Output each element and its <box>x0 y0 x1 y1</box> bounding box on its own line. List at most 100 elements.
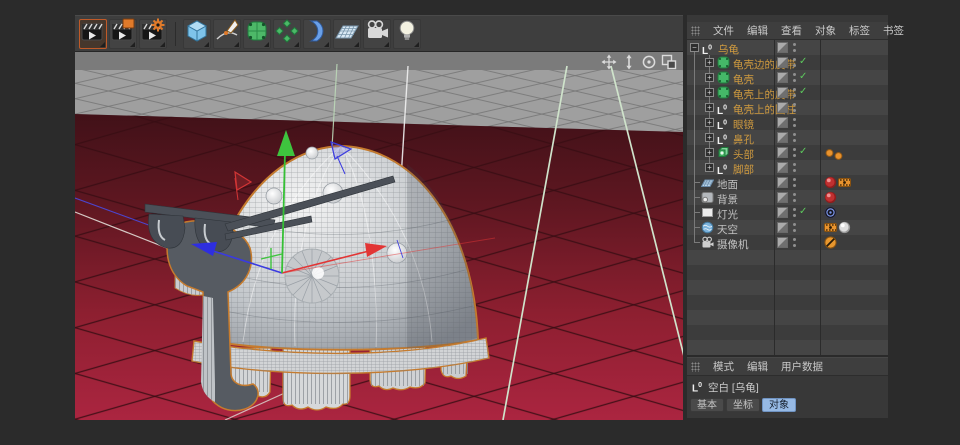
pan-icon[interactable] <box>601 54 617 70</box>
layer-color-box[interactable] <box>777 237 788 248</box>
zoom-icon[interactable] <box>621 54 637 70</box>
layer-color-box[interactable] <box>777 207 788 218</box>
add-cube-button[interactable] <box>183 18 211 49</box>
target-tag-icon[interactable] <box>824 206 837 219</box>
compositing-tag-icon[interactable] <box>824 221 837 234</box>
visibility-dots[interactable] <box>793 58 797 68</box>
enabled-checkmark[interactable]: ✓ <box>799 146 807 157</box>
layer-color-box[interactable] <box>777 162 788 173</box>
compositing-tag-icon[interactable] <box>838 176 851 189</box>
protection-tag-icon[interactable] <box>824 236 837 249</box>
visibility-dots[interactable] <box>793 73 797 83</box>
object-manager-menu-item-0[interactable]: 文件 <box>713 23 734 38</box>
visibility-dots[interactable] <box>793 103 797 113</box>
light-icon <box>394 18 420 49</box>
expand-toggle[interactable]: + <box>705 148 714 157</box>
tree-row-龟壳上的皮带[interactable]: + 龟壳上的皮带 ✓ <box>687 85 888 101</box>
tree-row-地面[interactable]: 地面 <box>687 175 888 191</box>
tree-row-背景[interactable]: 背景 <box>687 190 888 206</box>
tab-基本[interactable]: 基本 <box>690 398 724 412</box>
edit-render-settings-icon <box>140 18 166 49</box>
tree-row-眼镜[interactable]: + L0 眼镜 <box>687 115 888 132</box>
visibility-dots[interactable] <box>793 148 797 158</box>
bend-deformer-button[interactable] <box>303 18 331 49</box>
visibility-dots[interactable] <box>793 223 797 233</box>
object-manager-menubar: 文件 编辑 查看 对象 标签 书签 <box>687 22 904 40</box>
visibility-dots[interactable] <box>793 193 797 203</box>
attribute-manager-menu-item-1[interactable]: 编辑 <box>747 359 768 374</box>
tree-row-头部[interactable]: + 头部 ✓ <box>687 145 888 161</box>
visibility-dots[interactable] <box>793 88 797 98</box>
expand-toggle[interactable]: + <box>705 133 714 142</box>
expand-toggle[interactable]: + <box>705 73 714 82</box>
expand-toggle[interactable]: + <box>705 163 714 172</box>
object-manager-menu-item-2[interactable]: 查看 <box>781 23 802 38</box>
rotate-icon[interactable] <box>641 54 657 70</box>
object-label[interactable]: 摄像机 <box>717 237 749 252</box>
render-to-picture-viewer-button[interactable] <box>109 18 137 49</box>
edit-render-settings-button[interactable] <box>139 18 167 49</box>
subdivision-surface-button[interactable] <box>243 18 271 49</box>
object-manager-menu-item-5[interactable]: 书签 <box>883 23 904 38</box>
object-manager-menu-item-4[interactable]: 标签 <box>849 23 870 38</box>
camera-button[interactable] <box>363 18 391 49</box>
floor-environment-button[interactable] <box>333 18 361 49</box>
attribute-manager-menu-item-2[interactable]: 用户数据 <box>781 359 823 374</box>
visibility-dots[interactable] <box>793 208 797 218</box>
tree-row-龟壳边的皮带[interactable]: + 龟壳边的皮带 ✓ <box>687 55 888 71</box>
layer-color-box[interactable] <box>777 222 788 233</box>
enabled-checkmark[interactable]: ✓ <box>799 71 807 82</box>
tree-row-天空[interactable]: 天空 <box>687 220 888 236</box>
tree-row-龟壳上的圆柱[interactable]: + L0 龟壳上的圆柱 <box>687 100 888 117</box>
expand-toggle[interactable]: + <box>705 118 714 127</box>
tree-row-灯光[interactable]: 灯光 ✓ <box>687 205 888 221</box>
attribute-manager-menu-item-0[interactable]: 模式 <box>713 359 734 374</box>
application-window: 文件 编辑 查看 对象 标签 书签 − L0 乌龟 + 龟壳边的皮带 ✓ + 龟壳 ✓ + 龟壳上的皮带 ✓ + L… <box>0 0 960 445</box>
enabled-checkmark[interactable]: ✓ <box>799 56 807 67</box>
visibility-dots[interactable] <box>793 238 797 248</box>
layer-color-box[interactable] <box>777 117 788 128</box>
tree-row-摄像机[interactable]: 摄像机 <box>687 235 888 252</box>
layer-color-box[interactable] <box>777 57 788 68</box>
expand-toggle[interactable]: + <box>705 103 714 112</box>
expand-toggle[interactable]: − <box>690 43 699 52</box>
draw-spline-button[interactable] <box>213 18 241 49</box>
enabled-checkmark[interactable]: ✓ <box>799 206 807 217</box>
object-manager-menu-item-1[interactable]: 编辑 <box>747 23 768 38</box>
visibility-dots[interactable] <box>793 178 797 188</box>
render-view-button[interactable] <box>79 18 107 49</box>
object-tree: − L0 乌龟 + 龟壳边的皮带 ✓ + 龟壳 ✓ + 龟壳上的皮带 ✓ + L0 龟壳上的圆柱 + L0 眼镜 +… <box>687 40 888 355</box>
tab-对象[interactable]: 对象 <box>762 398 796 412</box>
layer-color-box[interactable] <box>777 192 788 203</box>
array-generator-button[interactable] <box>273 18 301 49</box>
toggle-view-icon[interactable] <box>661 54 677 70</box>
layer-color-box[interactable] <box>777 87 788 98</box>
expand-toggle[interactable]: + <box>705 58 714 67</box>
visibility-dots[interactable] <box>793 118 797 128</box>
tree-row-乌龟[interactable]: − L0 乌龟 <box>687 40 888 57</box>
panel-drag-handle-icon[interactable] <box>691 25 700 36</box>
bend-deformer-icon <box>304 18 330 49</box>
viewport-3d[interactable] <box>75 52 683 420</box>
tree-row-鼻孔[interactable]: + L0 鼻孔 <box>687 130 888 147</box>
material-red-tag-icon[interactable] <box>824 176 837 189</box>
visibility-dots[interactable] <box>793 163 797 173</box>
layer-color-box[interactable] <box>777 72 788 83</box>
tree-row-脚部[interactable]: + L0 脚部 <box>687 160 888 177</box>
layer-color-box[interactable] <box>777 177 788 188</box>
layer-color-box[interactable] <box>777 132 788 143</box>
layer-color-box[interactable] <box>777 147 788 158</box>
expand-toggle[interactable]: + <box>705 88 714 97</box>
visibility-dots[interactable] <box>793 133 797 143</box>
object-manager-menu-item-3[interactable]: 对象 <box>815 23 836 38</box>
material-gray-tag-icon[interactable] <box>838 221 851 234</box>
material-red-tag-icon[interactable] <box>824 191 837 204</box>
tab-坐标[interactable]: 坐标 <box>726 398 760 412</box>
layer-color-box[interactable] <box>777 42 788 53</box>
enabled-checkmark[interactable]: ✓ <box>799 86 807 97</box>
layer-color-box[interactable] <box>777 102 788 113</box>
panel-drag-handle-icon[interactable] <box>691 361 700 372</box>
visibility-dots[interactable] <box>793 43 797 53</box>
light-button[interactable] <box>393 18 421 49</box>
tree-row-龟壳[interactable]: + 龟壳 ✓ <box>687 70 888 86</box>
